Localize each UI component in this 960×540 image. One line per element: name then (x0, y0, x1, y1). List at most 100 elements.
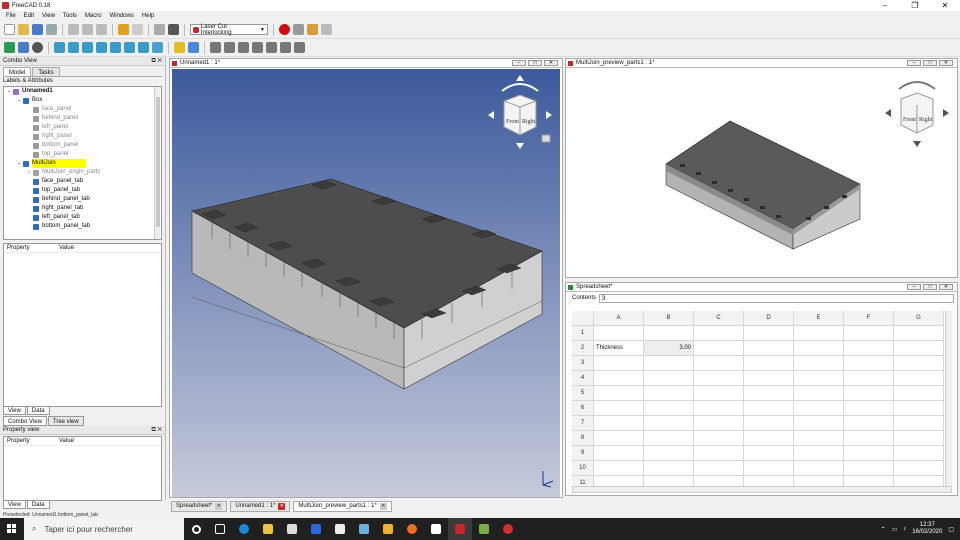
sheet-horizontal-scrollbar[interactable] (572, 486, 952, 493)
sheet-cell[interactable] (794, 341, 844, 356)
menu-help[interactable]: Help (138, 11, 158, 21)
row-header[interactable]: 10 (572, 461, 594, 476)
sheet-cell[interactable] (894, 431, 944, 446)
sheet-cell[interactable] (644, 326, 694, 341)
tree-item[interactable]: ⌄ Box (4, 96, 161, 105)
tree-item[interactable]: top_panel (4, 150, 161, 159)
view-maximize-button[interactable]: □ (923, 60, 937, 66)
sheet-cell[interactable] (844, 371, 894, 386)
sheet-cell[interactable] (644, 401, 694, 416)
workbench-selector[interactable]: Laser Cut Interlocking ▼ (190, 24, 268, 36)
firefox-icon[interactable] (400, 518, 424, 540)
dropbox-icon[interactable] (304, 518, 328, 540)
tree-item[interactable]: right_panel_tab (4, 204, 161, 213)
create-group-icon[interactable] (188, 42, 199, 53)
sheet-cell[interactable] (694, 371, 744, 386)
close-icon[interactable]: ✕ (379, 503, 387, 510)
minimize-button[interactable]: – (870, 0, 900, 11)
view-maximize-button[interactable]: □ (923, 284, 937, 290)
cut-icon[interactable] (68, 24, 79, 35)
laser-tool-4-icon[interactable] (252, 42, 263, 53)
column-header[interactable]: F (844, 311, 894, 326)
cortana-icon[interactable] (184, 518, 208, 540)
sheet-cell[interactable] (644, 446, 694, 461)
close-button[interactable]: ✕ (930, 0, 960, 11)
tree-item[interactable]: right_panel (4, 132, 161, 141)
tab-view[interactable]: View (3, 407, 26, 415)
sheet-cell[interactable] (844, 431, 894, 446)
sheet-cell[interactable] (744, 401, 794, 416)
column-header[interactable]: G (894, 311, 944, 326)
menu-edit[interactable]: Edit (20, 11, 38, 21)
view-bottom-icon[interactable] (124, 42, 135, 53)
tree-item[interactable]: behind_panel (4, 114, 161, 123)
column-header[interactable]: B (644, 311, 694, 326)
column-header[interactable]: A (594, 311, 644, 326)
network-icon[interactable]: ▭ (892, 526, 898, 533)
whats-this-icon[interactable] (168, 24, 179, 35)
spreadsheet-grid[interactable]: A B C D E F G 1 2 Thickness 3,00 3 4 5 6 7 8 9 10 11 (572, 311, 952, 487)
sheet-cell[interactable] (594, 446, 644, 461)
view-minimize-button[interactable]: – (907, 284, 921, 290)
sheet-cell[interactable] (844, 446, 894, 461)
open-file-icon[interactable] (18, 24, 29, 35)
sheet-cell[interactable] (894, 326, 944, 341)
sheet-cell[interactable] (644, 416, 694, 431)
row-header[interactable]: 1 (572, 326, 594, 341)
sheet-cell[interactable] (694, 416, 744, 431)
laser-tool-2-icon[interactable] (224, 42, 235, 53)
stop-macro-icon[interactable] (293, 24, 304, 35)
dock-close-icon[interactable]: ⧉ ✕ (151, 57, 162, 66)
tab-view[interactable]: View (3, 501, 26, 509)
tab-model[interactable]: Model (3, 67, 32, 76)
file-explorer-icon[interactable] (256, 518, 280, 540)
sheet-cell[interactable] (594, 386, 644, 401)
property-dock-close-icon[interactable]: ⧉ ✕ (151, 426, 162, 435)
close-icon[interactable]: ✕ (215, 503, 223, 510)
notepad-icon[interactable] (352, 518, 376, 540)
sheet-cell[interactable] (694, 356, 744, 371)
laser-tool-1-icon[interactable] (210, 42, 221, 53)
volume-icon[interactable]: ♪ (903, 526, 906, 532)
refresh-icon[interactable] (154, 24, 165, 35)
tab-data[interactable]: Data (26, 407, 50, 415)
expand-arrow-icon[interactable]: ⌄ (15, 159, 23, 168)
view-spreadsheet[interactable]: Spreadsheet* – □ ✕ Contents 3 A B C D E F G 1 2 Thi… (565, 282, 958, 496)
view-left-icon[interactable] (138, 42, 149, 53)
laser-tool-7-icon[interactable] (294, 42, 305, 53)
laser-tool-6-icon[interactable] (280, 42, 291, 53)
laser-tool-3-icon[interactable] (238, 42, 249, 53)
fit-all-icon[interactable] (4, 42, 15, 53)
menu-tools[interactable]: Tools (59, 11, 81, 21)
sheet-cell[interactable] (644, 371, 694, 386)
laser-tool-5-icon[interactable] (266, 42, 277, 53)
sheet-cell[interactable] (644, 461, 694, 476)
sheet-cell[interactable] (644, 386, 694, 401)
freecad-taskbar-icon[interactable] (448, 518, 472, 540)
sheet-cell[interactable]: 3,00 (644, 341, 694, 356)
paste-icon[interactable] (96, 24, 107, 35)
record-macro-icon[interactable] (279, 24, 290, 35)
column-header[interactable]: C (694, 311, 744, 326)
sheet-cell[interactable] (694, 326, 744, 341)
notification-icon[interactable]: ▢ (948, 526, 954, 533)
row-header[interactable]: 2 (572, 341, 594, 356)
sheet-cell[interactable] (844, 341, 894, 356)
sheet-cell[interactable] (794, 326, 844, 341)
sheet-cell[interactable] (744, 461, 794, 476)
task-view-icon[interactable] (208, 518, 232, 540)
menu-windows[interactable]: Windows (106, 11, 138, 21)
sheet-cell[interactable] (594, 431, 644, 446)
sheet-cell[interactable] (794, 356, 844, 371)
tree-item[interactable]: behind_panel_tab (4, 195, 161, 204)
save-as-icon[interactable] (46, 24, 57, 35)
sheet-cell[interactable] (694, 461, 744, 476)
view-unnamed1[interactable]: Unnamed1 : 1* – □ ✕ Front Right (169, 58, 563, 498)
view-minimize-button[interactable]: – (907, 60, 921, 66)
save-icon[interactable] (32, 24, 43, 35)
tree-item[interactable]: ⌄ Unnamed1 (4, 87, 161, 96)
sheet-cell[interactable] (594, 416, 644, 431)
sheet-cell[interactable] (694, 401, 744, 416)
tab-tree-view[interactable]: Tree view (47, 416, 84, 426)
sheet-cell[interactable] (744, 341, 794, 356)
